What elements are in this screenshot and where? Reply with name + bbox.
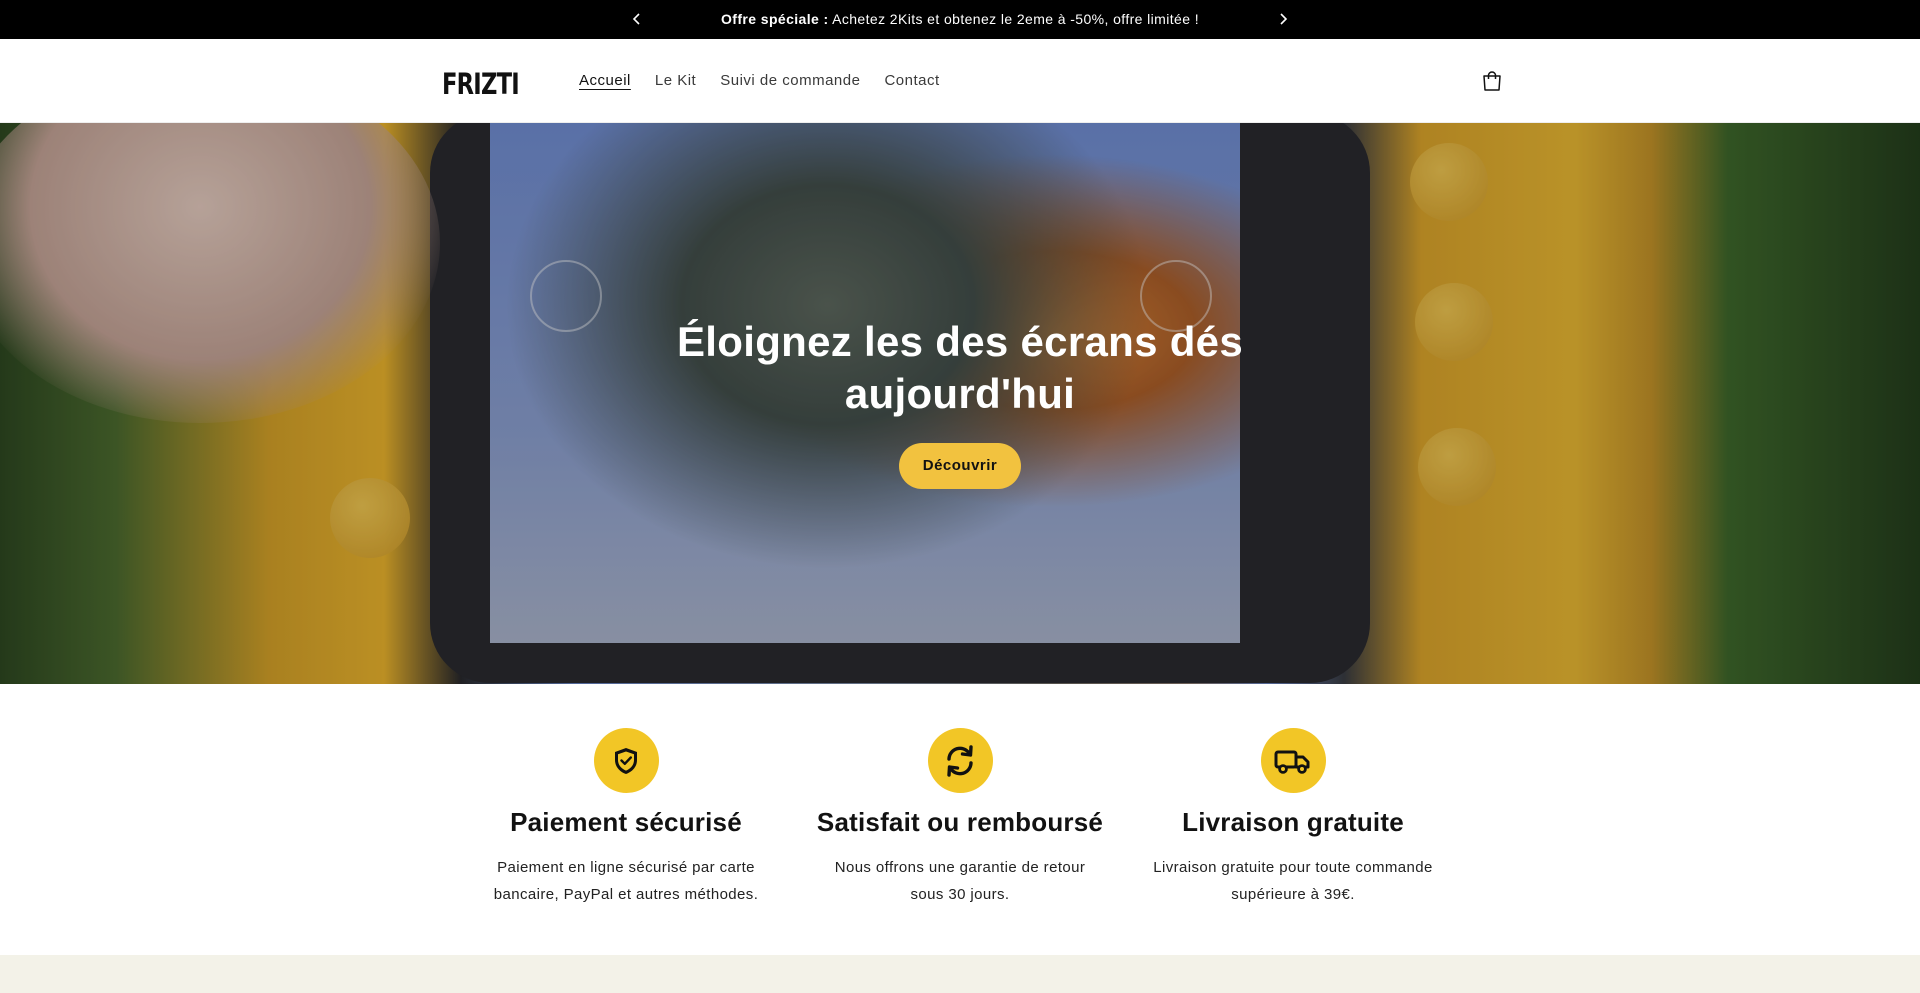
nav-item-accueil[interactable]: Accueil — [579, 72, 631, 89]
feature-description: Paiement en ligne sécurisé par carte banc… — [476, 854, 776, 908]
truck-icon — [1260, 728, 1326, 793]
refresh-icon — [927, 728, 993, 793]
chevron-left-icon[interactable] — [629, 11, 645, 27]
feature-secure-payment: Paiement sécurisé Paiement en ligne sécu… — [476, 728, 776, 908]
nav-item-suivi-de-commande[interactable]: Suivi de commande — [720, 72, 860, 89]
site-header: FRIZTI Accueil Le Kit Suivi de commande … — [0, 39, 1920, 123]
next-section-edge — [0, 955, 1920, 993]
announcement-bold: Offre spéciale : — [721, 11, 829, 27]
shield-check-icon — [593, 728, 659, 793]
feature-description: Livraison gratuite pour toute commande su… — [1143, 854, 1443, 908]
hero-banner: Éloignez les des écrans dés aujourd'hui D… — [0, 123, 1920, 684]
announcement-bar: Offre spéciale : Achetez 2Kits et obtene… — [0, 0, 1920, 39]
feature-free-delivery: Livraison gratuite Livraison gratuite po… — [1143, 728, 1443, 908]
features-section: Paiement sécurisé Paiement en ligne sécu… — [0, 684, 1920, 955]
main-nav: Accueil Le Kit Suivi de commande Contact — [579, 72, 940, 89]
feature-money-back: Satisfait ou remboursé Nous offrons une … — [810, 728, 1110, 908]
feature-title: Paiement sécurisé — [510, 807, 742, 837]
brand-logo[interactable]: FRIZTI — [442, 67, 520, 101]
feature-title: Satisfait ou remboursé — [816, 807, 1104, 837]
feature-description-line1: Paiement en ligne sécurisé par carte — [497, 859, 755, 876]
announcement-message: Offre spéciale : Achetez 2Kits et obtene… — [680, 11, 1240, 27]
feature-description-line2: supérieure à 39€. — [1231, 886, 1355, 903]
feature-title: Livraison gratuite — [1182, 807, 1404, 837]
hero-title-line1: Éloignez les des écrans dés — [676, 318, 1243, 365]
announcement-text: Achetez 2Kits et obtenez le 2eme à -50%,… — [828, 11, 1199, 27]
chevron-right-icon[interactable] — [1275, 11, 1291, 27]
feature-description: Nous offrons une garantie de retour sous … — [810, 854, 1110, 908]
discover-button[interactable]: Découvrir — [899, 443, 1021, 489]
hero-title: Éloignez les des écrans dés aujourd'hui — [560, 316, 1360, 420]
feature-description-line2: bancaire, PayPal et autres méthodes. — [493, 886, 759, 903]
feature-description-line1: Livraison gratuite pour toute commande — [1153, 859, 1433, 876]
feature-description-line1: Nous offrons une garantie de retour — [834, 859, 1086, 876]
feature-description-line2: sous 30 jours. — [910, 886, 1010, 903]
nav-item-contact[interactable]: Contact — [884, 72, 939, 89]
nav-item-le-kit[interactable]: Le Kit — [655, 72, 696, 89]
hero-title-line2: aujourd'hui — [844, 370, 1076, 417]
cart-icon[interactable] — [1480, 69, 1504, 93]
